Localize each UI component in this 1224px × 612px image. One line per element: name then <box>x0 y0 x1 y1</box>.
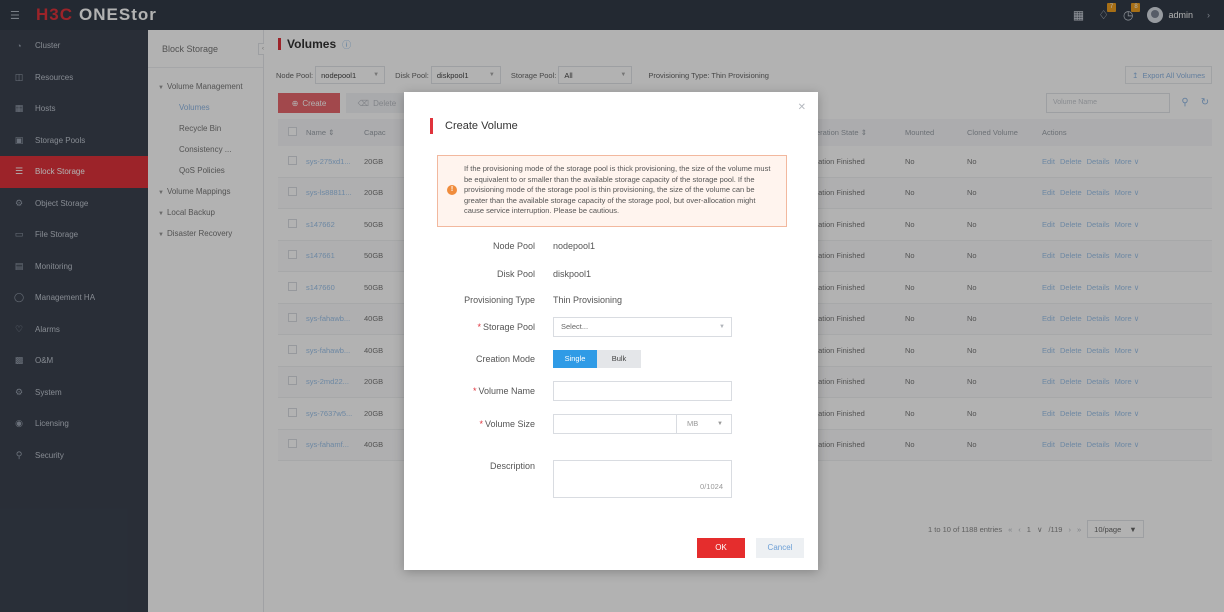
volume-name-input[interactable] <box>553 381 732 401</box>
disk-pool-value: diskpool1 <box>553 269 592 279</box>
node-pool-value: nodepool1 <box>553 241 596 251</box>
close-icon[interactable]: ✕ <box>798 102 806 113</box>
create-volume-dialog: ✕ Create Volume ! If the provisioning mo… <box>404 92 818 570</box>
ok-button[interactable]: OK <box>697 538 745 558</box>
chevron-down-icon: ▼ <box>719 324 725 330</box>
provisioning-value: Thin Provisioning <box>553 295 623 305</box>
cancel-button[interactable]: Cancel <box>756 538 804 558</box>
mode-bulk-button[interactable]: Bulk <box>597 350 641 368</box>
warning-icon: ! <box>447 185 457 195</box>
volume-size-input[interactable] <box>553 414 677 434</box>
warning-text: If the provisioning mode of the storage … <box>464 164 771 215</box>
chevron-down-icon: ▼ <box>717 421 723 427</box>
char-count: 0/1024 <box>700 482 723 491</box>
mode-single-button[interactable]: Single <box>553 350 597 368</box>
warning-box: ! If the provisioning mode of the storag… <box>437 155 787 227</box>
storage-pool-select[interactable]: Select... ▼ <box>553 317 732 337</box>
description-textarea[interactable]: 0/1024 <box>553 460 732 498</box>
dialog-title: Create Volume <box>445 120 518 132</box>
creation-mode-toggle: Single Bulk <box>553 350 641 368</box>
title-accent <box>430 118 433 134</box>
unit-select[interactable]: MB ▼ <box>677 414 732 434</box>
